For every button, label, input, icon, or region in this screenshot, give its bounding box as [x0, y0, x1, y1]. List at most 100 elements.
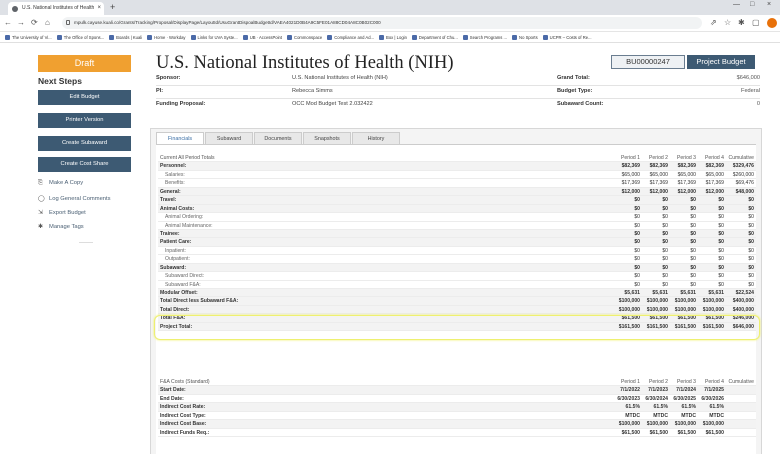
cell-value: $0 [718, 264, 724, 271]
close-window-icon[interactable]: × [767, 1, 771, 8]
cell-value: $0 [748, 264, 754, 271]
cell-value: $100,000 [618, 306, 640, 313]
cell-value: 6/30/2026 [701, 395, 724, 402]
table-row: Subaward: $0 $0 $0 $0 $0 [158, 263, 756, 273]
row-label: Personnel: [160, 163, 187, 170]
bookmark-item[interactable]: Department of Chu... [411, 32, 458, 42]
log-general-comments-link[interactable]: ◯ Log General Comments [38, 195, 111, 202]
cell-value: $0 [690, 239, 696, 246]
project-budget-button[interactable]: Project Budget [687, 55, 755, 69]
bookmark-item[interactable]: UB · AccessPoint [242, 32, 282, 42]
printer-version-button[interactable]: Printer Version [38, 113, 131, 128]
tab-title: U.S. National Institutes of Health [22, 5, 95, 11]
row-label: Indirect Cost Base: [160, 421, 207, 428]
gear-icon: ✱ [38, 224, 44, 230]
cell-value: $61,500 [649, 429, 668, 436]
cell-value: $0 [718, 230, 724, 237]
row-label: Benefits: [165, 180, 185, 187]
create-cost-share-button[interactable]: Create Cost Share [38, 157, 131, 172]
bookmark-icon [411, 35, 417, 40]
home-icon[interactable]: ⌂ [45, 18, 50, 28]
address-bar[interactable]: mpulk.cayuse.kuali.co/Grants/Tracking/Pr… [62, 17, 702, 29]
table-row: Indirect Cost Base: $100,000 $100,000 $100,… [158, 420, 756, 429]
cell-value: $82,369 [705, 163, 724, 170]
bookmark-item[interactable]: Home · Workday [147, 32, 186, 42]
bookmark-item[interactable]: Search Programs ... [462, 32, 507, 42]
row-label: Modular Offset: [160, 290, 198, 296]
cell-value: $0 [748, 230, 754, 237]
maximize-icon[interactable]: □ [750, 1, 754, 8]
tab-documents[interactable]: Documents [254, 132, 302, 144]
column-header: Period 1 [621, 379, 640, 385]
cell-value: $5,631 [708, 290, 724, 296]
cell-value: $400,000 [732, 298, 754, 305]
cell-value: $0 [662, 239, 668, 246]
cell-value: $100,000 [674, 298, 696, 305]
bookmark-item[interactable]: The Office of Spons... [56, 32, 104, 42]
minimize-icon[interactable]: — [733, 1, 740, 8]
back-icon[interactable]: ← [4, 18, 12, 28]
bookmark-item[interactable]: Box | Login [379, 32, 407, 42]
cell-value: $329,476 [732, 163, 754, 170]
tab-subaward[interactable]: Subaward [205, 132, 253, 144]
cell-value: MTDC [681, 412, 696, 419]
bookmark-star-icon[interactable]: ☆ [724, 18, 731, 28]
bookmark-item[interactable]: Compliance and Ad... [327, 32, 374, 42]
browser-tab[interactable]: U.S. National Institutes of Health × [8, 2, 104, 15]
table-row: Outpatient: $0 $0 $0 $0 $0 [158, 255, 756, 264]
cell-value: $17,369 [649, 180, 668, 187]
cell-value: $65,000 [677, 171, 696, 178]
cell-value: $100,000 [646, 298, 668, 305]
bookmark-label: UCPR – Costs of Re... [549, 35, 592, 40]
table-row: Animal Maintenance: $0 $0 $0 $0 $0 [158, 222, 756, 230]
bookmark-label: The University of Vi... [12, 35, 52, 40]
cell-value: $0 [748, 214, 754, 221]
close-tab-icon[interactable]: × [97, 2, 101, 15]
cell-value: $0 [662, 256, 668, 263]
new-tab-button[interactable]: + [110, 2, 115, 13]
cell-value: $0 [634, 222, 640, 229]
next-steps-heading: Next Steps [38, 76, 82, 86]
tab-financials[interactable]: Financials [156, 132, 204, 144]
tab-snapshots[interactable]: Snapshots [303, 132, 351, 144]
export-budget-link[interactable]: ⇲ Export Budget [38, 209, 86, 216]
cell-value: $100,000 [618, 298, 640, 305]
side-panel-icon[interactable]: ▢ [752, 18, 760, 28]
bookmark-item[interactable]: Links for UVA Syste... [190, 32, 238, 42]
make-a-copy-label: Make A Copy [49, 180, 84, 186]
table-row: Trainee: $0 $0 $0 $0 $0 [158, 229, 756, 239]
cell-value: $0 [662, 214, 668, 221]
cell-value: $0 [634, 256, 640, 263]
budget-type-label: Budget Type: [557, 88, 593, 94]
cell-value: 7/1/2022 [620, 387, 640, 394]
bookmark-item[interactable]: UCPR – Costs of Re... [542, 32, 592, 42]
tab-history[interactable]: History [352, 132, 400, 144]
cell-value: $0 [690, 222, 696, 229]
profile-avatar[interactable] [767, 18, 777, 28]
cell-value: $0 [634, 247, 640, 254]
status-badge: Draft [38, 55, 131, 72]
bookmark-item[interactable]: No Sports [512, 32, 538, 42]
row-label: Total Direct: [160, 306, 190, 313]
cell-value: 6/30/2024 [645, 395, 668, 402]
bookmark-item[interactable]: Commonspace [287, 32, 322, 42]
share-icon[interactable]: ⇗ [710, 18, 717, 28]
extensions-icon[interactable]: ✱ [738, 18, 745, 28]
cell-value: $0 [748, 247, 754, 254]
cell-value: $0 [748, 205, 754, 212]
column-header: Period 2 [649, 155, 668, 161]
manage-tags-link[interactable]: ✱ Manage Tags [38, 223, 84, 230]
bookmark-icon [462, 35, 468, 40]
forward-icon[interactable]: → [17, 18, 25, 28]
cell-value: $82,369 [621, 163, 640, 170]
bookmark-item[interactable]: The University of Vi... [5, 32, 52, 42]
cell-value: $0 [690, 230, 696, 237]
reload-icon[interactable]: ⟳ [31, 18, 38, 28]
edit-budget-button[interactable]: Edit Budget [38, 90, 131, 105]
browser-toolbar: ← → ⟳ ⌂ mpulk.cayuse.kuali.co/Grants/Tra… [0, 15, 780, 32]
bookmark-icon [5, 35, 10, 40]
cell-value: $0 [662, 205, 668, 212]
bookmark-item[interactable]: Boards | Kuali [109, 32, 142, 42]
make-a-copy-link[interactable]: ⎘ Make A Copy [38, 180, 83, 187]
create-subaward-button[interactable]: Create Subaward [38, 136, 131, 151]
